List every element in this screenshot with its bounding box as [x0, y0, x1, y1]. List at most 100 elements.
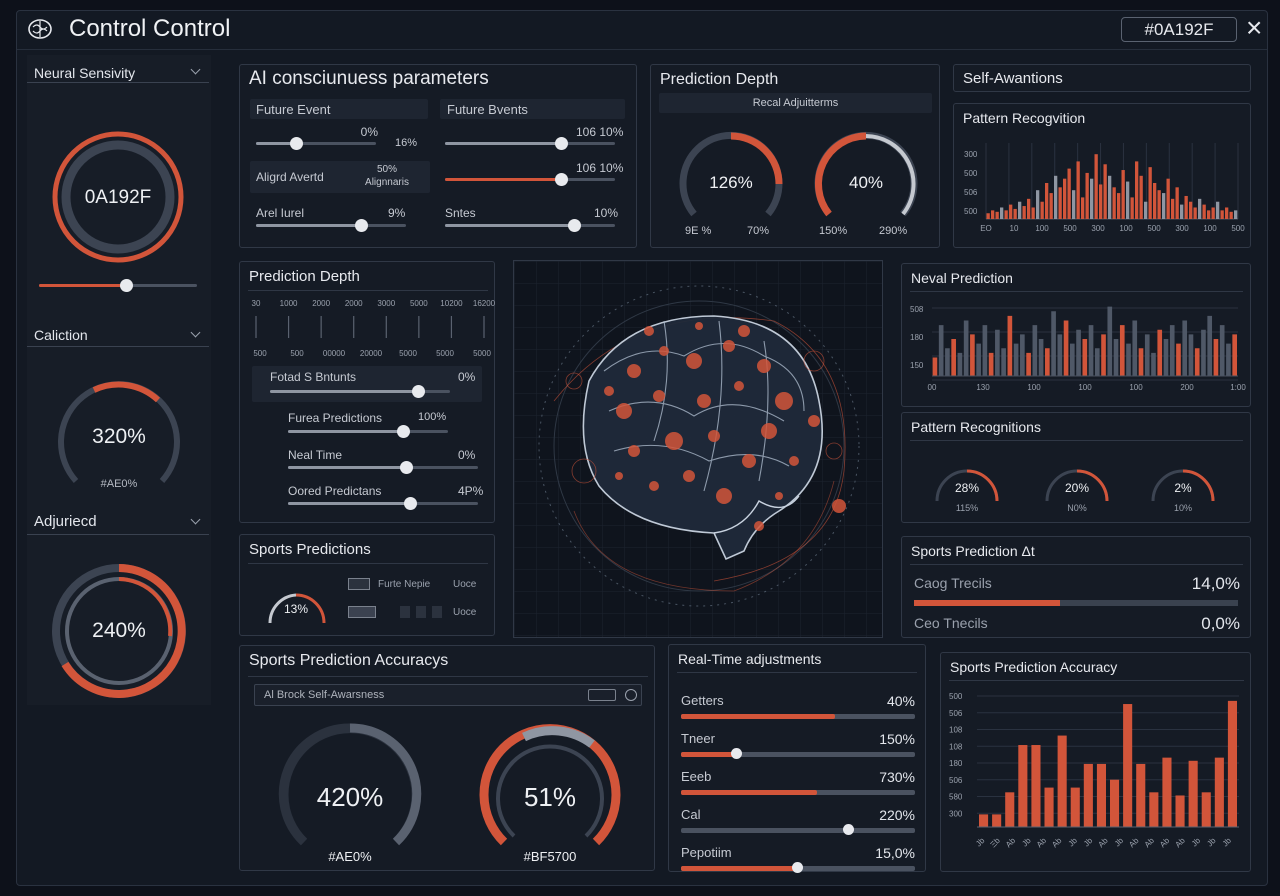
bar — [1000, 207, 1004, 219]
realtime-slider[interactable] — [681, 824, 915, 835]
ceo-tnecils-value: 0,0% — [1201, 614, 1240, 633]
segment-block[interactable] — [432, 606, 442, 618]
arel-slider[interactable] — [256, 219, 406, 232]
uoce-label-2: Uoce — [453, 607, 477, 618]
bottom-tick-label: 00000 — [323, 349, 346, 358]
realtime-slider[interactable] — [681, 862, 915, 873]
consc-left-slider-1[interactable] — [256, 137, 376, 150]
neural-sensitivity-value: 0A192F — [84, 187, 152, 208]
pattern-recognition-title: Pattern Recogvition — [963, 110, 1086, 126]
consc-right-slider-2[interactable] — [445, 173, 615, 186]
bar — [1009, 204, 1013, 219]
pattern-gauge-3 — [1151, 469, 1215, 502]
segment-block[interactable] — [400, 606, 410, 618]
bar — [1201, 329, 1206, 376]
segment-block[interactable] — [416, 606, 426, 618]
sntes-value: 10% — [594, 206, 619, 220]
depth-row-4-slider[interactable] — [288, 497, 478, 510]
adjusted-value: 240% — [92, 619, 146, 642]
realtime-slider[interactable] — [681, 748, 915, 759]
bar — [1149, 792, 1159, 827]
close-icon[interactable]: × — [1246, 13, 1262, 43]
bar — [1123, 704, 1133, 827]
neural-sensitivity-dropdown[interactable]: Neural Sensivity — [27, 61, 209, 83]
bar — [1004, 210, 1008, 219]
bar — [1188, 334, 1194, 376]
bar — [1157, 190, 1161, 219]
x-tick-label: Jb — [1113, 836, 1126, 849]
brain-visualization — [513, 260, 883, 638]
y-tick-label: 500 — [964, 207, 978, 216]
prediction-depth-title: Prediction Depth — [660, 71, 779, 88]
furte-nepie-label: Furte Nepie — [378, 579, 431, 590]
x-tick-label: Jb — [1067, 836, 1080, 849]
segment-control[interactable] — [348, 606, 376, 618]
depth-row-1-slider[interactable] — [270, 385, 450, 398]
slider-knob[interactable] — [731, 748, 743, 759]
radio-icon[interactable] — [625, 689, 637, 701]
pattern-gauge-1 — [935, 469, 999, 502]
bar — [1138, 348, 1144, 376]
adjusted-dropdown[interactable]: Adjuriecd — [27, 511, 209, 535]
x-tick-label: Ab — [1035, 836, 1049, 850]
id-badge-button[interactable]: #0A192F — [1121, 17, 1237, 42]
arel-label: Arel Iurel — [256, 206, 305, 220]
realtime-slider[interactable] — [681, 714, 915, 719]
future-events-label: Future Bvents — [447, 102, 528, 117]
bar — [1101, 334, 1106, 376]
bar — [991, 210, 995, 219]
bar — [1094, 348, 1100, 376]
bar — [1171, 198, 1175, 219]
bar — [979, 814, 989, 827]
slider-knob[interactable] — [843, 824, 855, 835]
dashboard-window: Control Control #0A192F × Neural Sensivi… — [16, 10, 1268, 886]
neural-prediction-panel: Neval Prediction 508 180 150 00 130 100 100 100… — [901, 263, 1251, 407]
search-text: Al Brock Self-Awarsness — [264, 689, 385, 701]
bar — [1213, 339, 1219, 376]
slider-knob[interactable] — [792, 862, 803, 873]
consciousness-panel: AI consciunuess parameters Future Event … — [239, 64, 637, 248]
calibration-dropdown[interactable]: Caliction — [27, 325, 209, 347]
bar — [1232, 334, 1237, 376]
bar — [1113, 339, 1119, 376]
app-title: Control Control — [69, 15, 231, 42]
chevron-down-icon — [190, 64, 201, 75]
neural-sensitivity-label: Neural Sensivity — [34, 65, 136, 81]
brain-logo-icon — [27, 17, 53, 41]
bar — [1108, 175, 1112, 219]
sntes-label: Sntes — [445, 206, 476, 220]
depth-row-2-slider[interactable] — [288, 425, 448, 438]
bar — [1119, 325, 1125, 376]
menu-icon[interactable] — [588, 689, 616, 701]
x-tick-label: 500 — [1147, 224, 1161, 233]
y-tick-label: 108 — [949, 726, 963, 735]
depth-row-1-label: Fotad S Bntunts — [270, 370, 357, 384]
realtime-slider[interactable] — [681, 790, 915, 795]
bar — [1099, 184, 1103, 219]
caog-trecils-bar — [914, 600, 1238, 606]
consc-right-slider-1[interactable] — [445, 137, 615, 150]
depth-row-3-slider[interactable] — [288, 461, 478, 474]
pattern-gauge-2-sub: N0% — [1067, 503, 1087, 513]
bar — [1126, 343, 1131, 376]
bar — [963, 320, 969, 376]
bar — [1202, 204, 1206, 219]
x-tick-label: 10 — [1010, 224, 1019, 233]
depth-ticks: 30 1000 2000 2000 3000 5000 10200 16200500 500 00… — [252, 299, 496, 358]
bar — [1144, 201, 1148, 219]
y-tick-label: 508 — [910, 305, 924, 314]
neural-sensitivity-slider[interactable] — [39, 279, 197, 292]
sntes-slider[interactable] — [445, 219, 615, 232]
prediction-depth-top-panel: Prediction Depth Recal Adjuitterms 126% … — [650, 64, 940, 248]
gauge-1-high: 70% — [747, 225, 770, 237]
consc-right-value-2: 106 10% — [576, 161, 624, 175]
bar — [1103, 164, 1107, 219]
realtime-label: Cal — [681, 807, 701, 822]
future-event-label: Future Event — [256, 102, 331, 117]
self-awareness-search-input[interactable]: Al Brock Self-Awarsness — [254, 684, 642, 706]
toggle-icon[interactable] — [348, 578, 370, 590]
bar — [938, 325, 944, 376]
bar — [1045, 348, 1050, 376]
caog-trecils-label: Caog Trecils — [914, 575, 992, 591]
prediction-gauge-2-value: 40% — [848, 173, 884, 192]
